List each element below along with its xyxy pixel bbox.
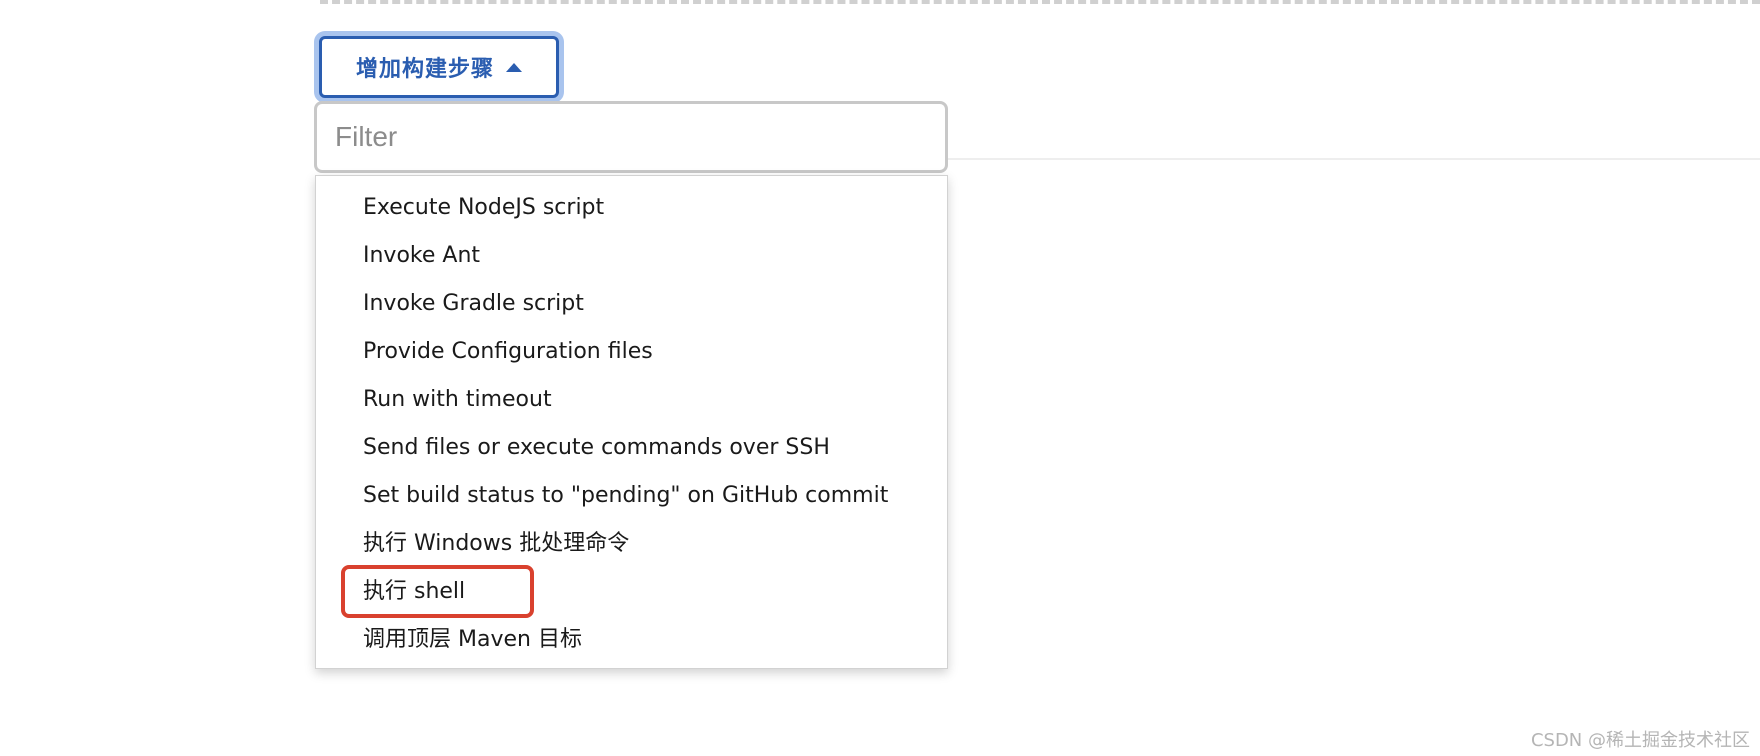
menu-item-execute-nodejs-script[interactable]: Execute NodeJS script [316,184,947,232]
menu-item-send-files-over-ssh[interactable]: Send files or execute commands over SSH [316,424,947,472]
add-build-step-label: 增加构建步骤 [355,57,494,82]
menu-item-invoke-ant[interactable]: Invoke Ant [316,232,947,280]
menu-item-invoke-gradle-script[interactable]: Invoke Gradle script [316,280,947,328]
menu-item-provide-configuration-files[interactable]: Provide Configuration files [316,328,947,376]
section-divider [940,158,1760,160]
menu-item-set-build-status-pending[interactable]: Set build status to "pending" on GitHub … [316,472,947,520]
filter-field-wrapper [314,101,948,173]
caret-up-icon [506,62,522,72]
menu-item-run-with-timeout[interactable]: Run with timeout [316,376,947,424]
add-build-step-button[interactable]: 增加构建步骤 [319,36,559,98]
menu-item-execute-windows-batch[interactable]: 执行 Windows 批处理命令 [316,520,947,568]
watermark: CSDN @稀土掘金技术社区 [1530,730,1750,751]
build-step-dropdown: Execute NodeJS script Invoke Ant Invoke … [315,175,948,669]
dashed-section-border [320,0,1760,4]
filter-input[interactable] [317,104,945,170]
menu-item-invoke-maven-targets[interactable]: 调用顶层 Maven 目标 [316,616,947,664]
page: 增加构建步骤 Execute NodeJS script Invoke Ant … [0,0,1760,756]
menu-item-execute-shell[interactable]: 执行 shell [316,568,947,616]
